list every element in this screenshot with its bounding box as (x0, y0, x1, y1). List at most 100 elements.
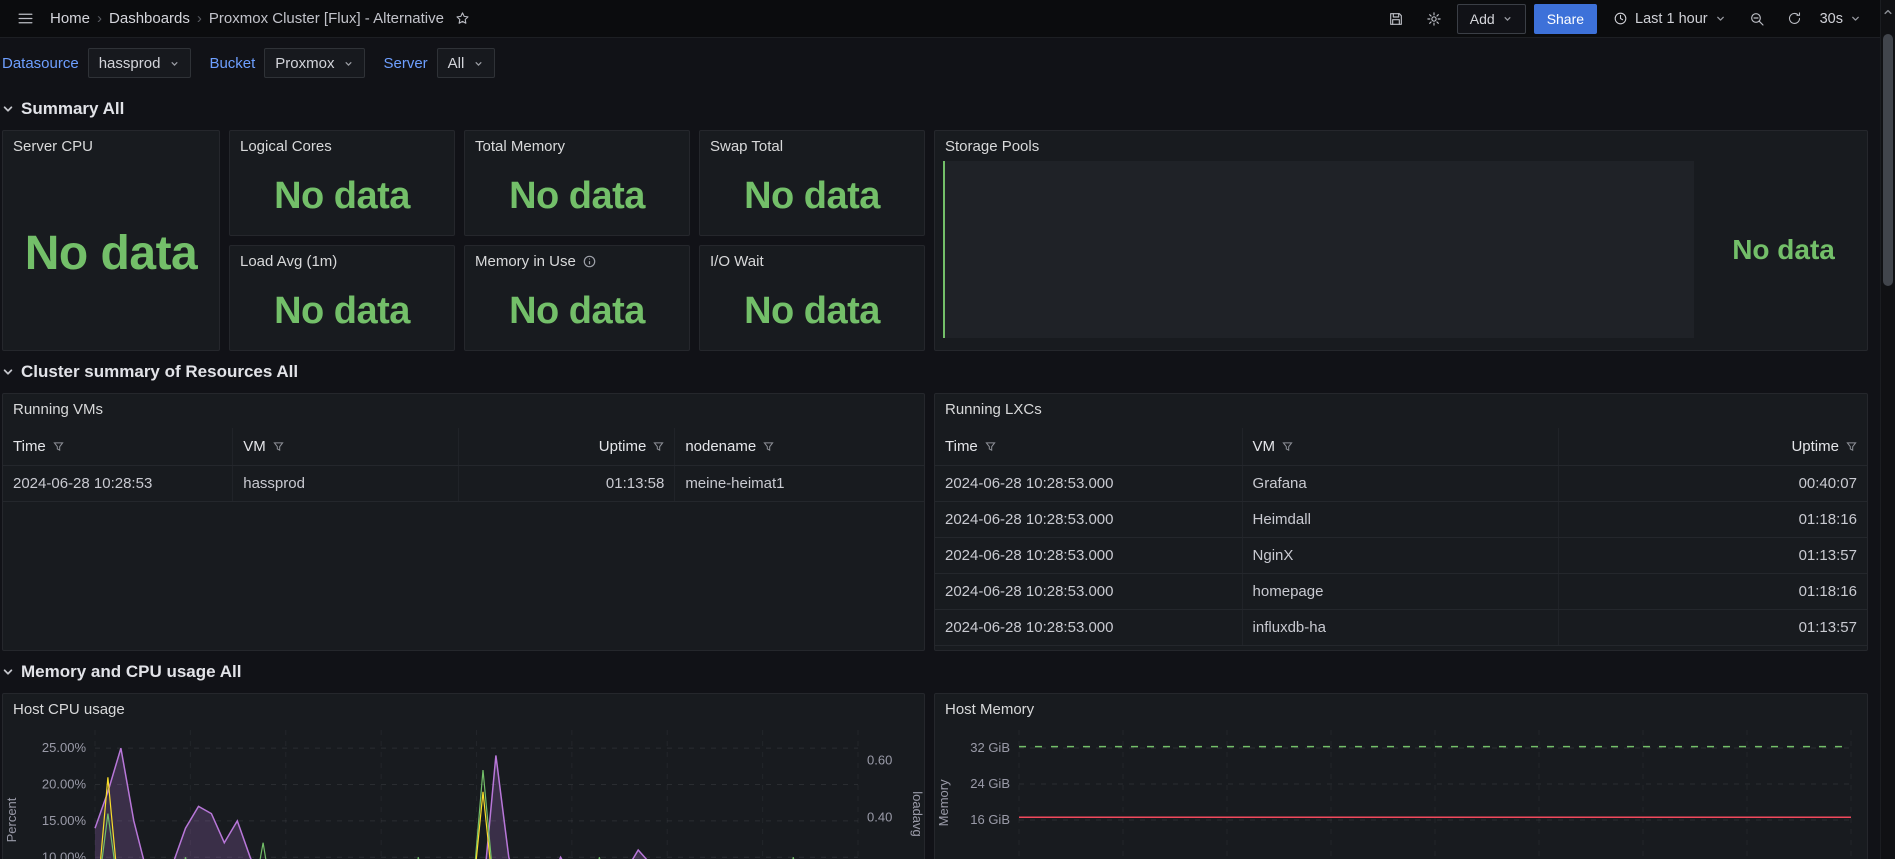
chevron-down-icon (1715, 13, 1726, 24)
scrollbar-thumb[interactable] (1883, 34, 1893, 286)
table-row: 2024-06-28 10:28:53.000 Heimdall 01:18:16 (935, 502, 1867, 538)
breadcrumb-home[interactable]: Home (50, 10, 90, 27)
column-header-uptime[interactable]: Uptime (459, 428, 676, 465)
panel-io-wait: I/O Wait No data (699, 245, 925, 351)
svg-text:15.00%: 15.00% (42, 813, 87, 828)
filter-funnel-icon[interactable] (273, 441, 284, 452)
panel-storage-pools: Storage Pools No data (934, 130, 1868, 351)
add-button[interactable]: Add (1456, 3, 1526, 34)
svg-text:loadavg: loadavg (910, 791, 924, 837)
chevron-right-icon: › (97, 10, 103, 27)
panel-header[interactable]: Logical Cores (230, 131, 454, 159)
column-header-nodename[interactable]: nodename (675, 428, 924, 465)
svg-text:24 GiB: 24 GiB (970, 776, 1010, 791)
chevron-down-icon (343, 58, 354, 69)
column-header-vm[interactable]: VM (1243, 428, 1560, 465)
share-button[interactable]: Share (1533, 3, 1598, 34)
svg-text:0.40: 0.40 (867, 809, 892, 824)
zoom-out-icon[interactable] (1742, 4, 1772, 34)
panel-swap-total: Swap Total No data (699, 130, 925, 236)
table-cell: 01:13:57 (1798, 619, 1857, 636)
panel-header[interactable]: Running VMs (3, 394, 924, 422)
panel-header[interactable]: Swap Total (700, 131, 924, 159)
panel-header[interactable]: Host Memory (935, 694, 1867, 722)
host-cpu-chart[interactable]: 25.00% 20.00% 15.00% 10.00% 0.60 0.40 Percent l… (3, 724, 924, 859)
chevron-down-icon (1850, 13, 1861, 24)
panel-header[interactable]: Load Avg (1m) (230, 246, 454, 274)
svg-text:10.00%: 10.00% (42, 849, 87, 859)
section-header-memcpu[interactable]: Memory and CPU usage All (2, 662, 1895, 682)
cluster-row: Running VMs Time VM Uptime nodename 2024-06-… (2, 393, 1868, 651)
table-row: 2024-06-28 10:28:53 hassprod 01:13:58 meine… (3, 466, 924, 502)
variable-label: Bucket (209, 54, 256, 72)
refresh-interval-dropdown[interactable]: 30s (1818, 4, 1869, 34)
no-data-value: No data (274, 174, 410, 217)
filter-funnel-icon[interactable] (1846, 441, 1857, 452)
table-row: 2024-06-28 10:28:53.000 homepage 01:18:16 (935, 574, 1867, 610)
save-dashboard-icon[interactable] (1381, 4, 1411, 34)
panel-load-avg: Load Avg (1m) No data (229, 245, 455, 351)
host-memory-chart[interactable]: 32 GiB 24 GiB 16 GiB Memory (935, 724, 1867, 859)
column-header-time[interactable]: Time (935, 428, 1243, 465)
table-cell: 2024-06-28 10:28:53.000 (935, 610, 1243, 645)
variable-label: Datasource (2, 54, 79, 72)
table-cell: 2024-06-28 10:28:53.000 (935, 574, 1243, 609)
server-dropdown[interactable]: All (436, 48, 496, 78)
refresh-icon[interactable] (1780, 4, 1810, 34)
summary-row: Server CPU No data Logical Cores No data… (2, 130, 1868, 351)
panel-host-memory: Host Memory 32 GiB 24 GiB 16 GiB Memory (934, 693, 1868, 859)
panel-header[interactable]: I/O Wait (700, 246, 924, 274)
chevron-right-icon: › (196, 10, 202, 27)
info-circle-icon (583, 255, 596, 268)
time-range-picker[interactable]: Last 1 hour (1605, 4, 1734, 34)
svg-text:0.60: 0.60 (867, 753, 892, 768)
table-cell: 01:13:58 (459, 466, 676, 501)
scrollbar[interactable] (1880, 0, 1895, 859)
table-cell: 2024-06-28 10:28:53.000 (935, 538, 1243, 573)
chevron-up-icon[interactable] (1881, 0, 1895, 24)
settings-gear-icon[interactable] (1419, 4, 1449, 34)
table-cell: 2024-06-28 10:28:53.000 (935, 502, 1243, 537)
panel-header[interactable]: Server CPU (3, 131, 219, 159)
no-data-value: No data (274, 289, 410, 332)
panel-header[interactable]: Memory in Use (465, 246, 689, 274)
breadcrumb-dashboards[interactable]: Dashboards (109, 10, 190, 27)
menu-icon[interactable] (10, 4, 40, 34)
running-lxcs-table: Time VM Uptime 2024-06-28 10:28:53.000 Grafa… (935, 428, 1867, 650)
variable-server: Server All (383, 48, 496, 78)
table-cell: 01:13:57 (1798, 547, 1857, 564)
variable-bucket: Bucket Proxmox (209, 48, 366, 78)
star-icon[interactable] (448, 4, 478, 34)
column-header-uptime[interactable]: Uptime (1559, 428, 1867, 465)
filter-funnel-icon[interactable] (985, 441, 996, 452)
filter-funnel-icon[interactable] (1282, 441, 1293, 452)
section-header-summary[interactable]: Summary All (2, 99, 1895, 119)
chevron-down-icon (1502, 13, 1513, 24)
table-cell: 01:18:16 (1798, 583, 1857, 600)
panel-header[interactable]: Host CPU usage (3, 694, 924, 722)
svg-text:32 GiB: 32 GiB (970, 740, 1010, 755)
section-header-cluster[interactable]: Cluster summary of Resources All (2, 362, 1895, 382)
panel-header[interactable]: Running LXCs (935, 394, 1867, 422)
panel-server-cpu: Server CPU No data (2, 130, 220, 351)
table-cell: NginX (1243, 538, 1560, 573)
filter-funnel-icon[interactable] (763, 441, 774, 452)
datasource-dropdown[interactable]: hassprod (87, 48, 192, 78)
table-row: 2024-06-28 10:28:53.000 Grafana 00:40:07 (935, 466, 1867, 502)
table-cell: 00:40:07 (1798, 475, 1857, 492)
bucket-dropdown[interactable]: Proxmox (264, 48, 366, 78)
column-header-time[interactable]: Time (3, 428, 234, 465)
top-navbar: Home › Dashboards › Proxmox Cluster [Flu… (0, 0, 1895, 38)
panel-header[interactable]: Total Memory (465, 131, 689, 159)
filter-funnel-icon[interactable] (53, 441, 64, 452)
chevron-down-icon (473, 58, 484, 69)
no-data-value: No data (744, 289, 880, 332)
chevron-down-icon (169, 58, 180, 69)
table-cell: Heimdall (1243, 502, 1560, 537)
panel-header[interactable]: Storage Pools (935, 131, 1867, 159)
table-cell: 2024-06-28 10:28:53.000 (935, 466, 1243, 501)
table-cell: meine-heimat1 (685, 475, 785, 492)
filter-funnel-icon[interactable] (653, 441, 664, 452)
refresh-interval-label: 30s (1819, 10, 1843, 27)
column-header-vm[interactable]: VM (233, 428, 459, 465)
